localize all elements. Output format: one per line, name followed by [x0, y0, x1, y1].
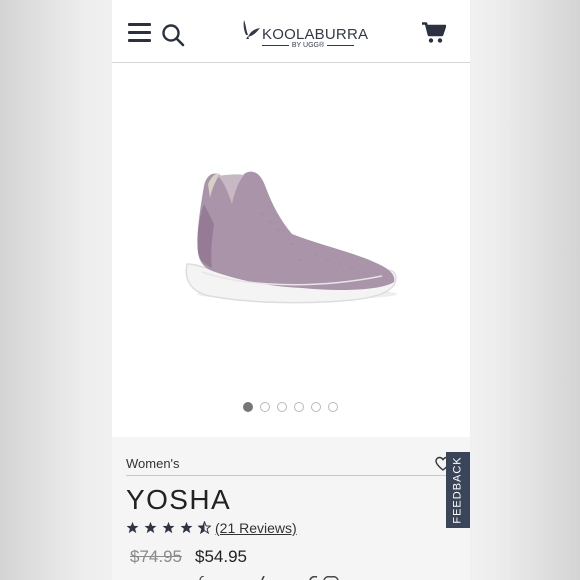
reviews-link[interactable]: (21 Reviews) [215, 520, 297, 536]
feedback-tab[interactable]: FEEDBACK [446, 452, 470, 528]
star-full-icon [144, 521, 157, 534]
menu-icon[interactable] [128, 23, 151, 43]
cut-off-icons [199, 576, 339, 580]
carousel-dot[interactable] [277, 402, 287, 412]
star-full-icon [126, 521, 139, 534]
product-info: Women's YOSHA (21 Reviews) $74.95 $54.95 [112, 437, 470, 580]
site-header: KOOLABURRA BY UGG® [112, 0, 470, 63]
carousel-dot[interactable] [294, 402, 304, 412]
leaf-logo-icon [243, 20, 260, 39]
image-carousel-dots [243, 402, 338, 412]
carousel-dot[interactable] [243, 402, 253, 412]
breadcrumb[interactable]: Women's [126, 456, 180, 471]
brand-sub: BY UGG® [291, 42, 325, 49]
divider [327, 45, 355, 46]
divider [126, 475, 446, 476]
shoe-image [185, 171, 397, 304]
search-icon[interactable] [161, 23, 185, 47]
carousel-dot[interactable] [328, 402, 338, 412]
star-half-icon [198, 521, 211, 534]
carousel-dot[interactable] [260, 402, 270, 412]
original-price: $74.95 [130, 547, 182, 566]
star-full-icon [180, 521, 193, 534]
product-title: YOSHA [126, 484, 232, 515]
feedback-label: FEEDBACK [452, 456, 465, 524]
brand-logo[interactable]: KOOLABURRA BY UGG® [240, 17, 368, 53]
brand-sub-line: BY UGG® [262, 42, 355, 49]
mobile-page: KOOLABURRA BY UGG® Women's YOSHA (21 Rev… [112, 0, 470, 580]
cart-icon[interactable] [422, 22, 446, 44]
rating-stars [126, 521, 211, 534]
sale-price: $54.95 [195, 547, 247, 566]
divider [262, 45, 289, 46]
star-full-icon [162, 521, 175, 534]
product-image[interactable] [112, 64, 470, 437]
carousel-dot[interactable] [311, 402, 321, 412]
brand-name: KOOLABURRA [262, 26, 369, 43]
